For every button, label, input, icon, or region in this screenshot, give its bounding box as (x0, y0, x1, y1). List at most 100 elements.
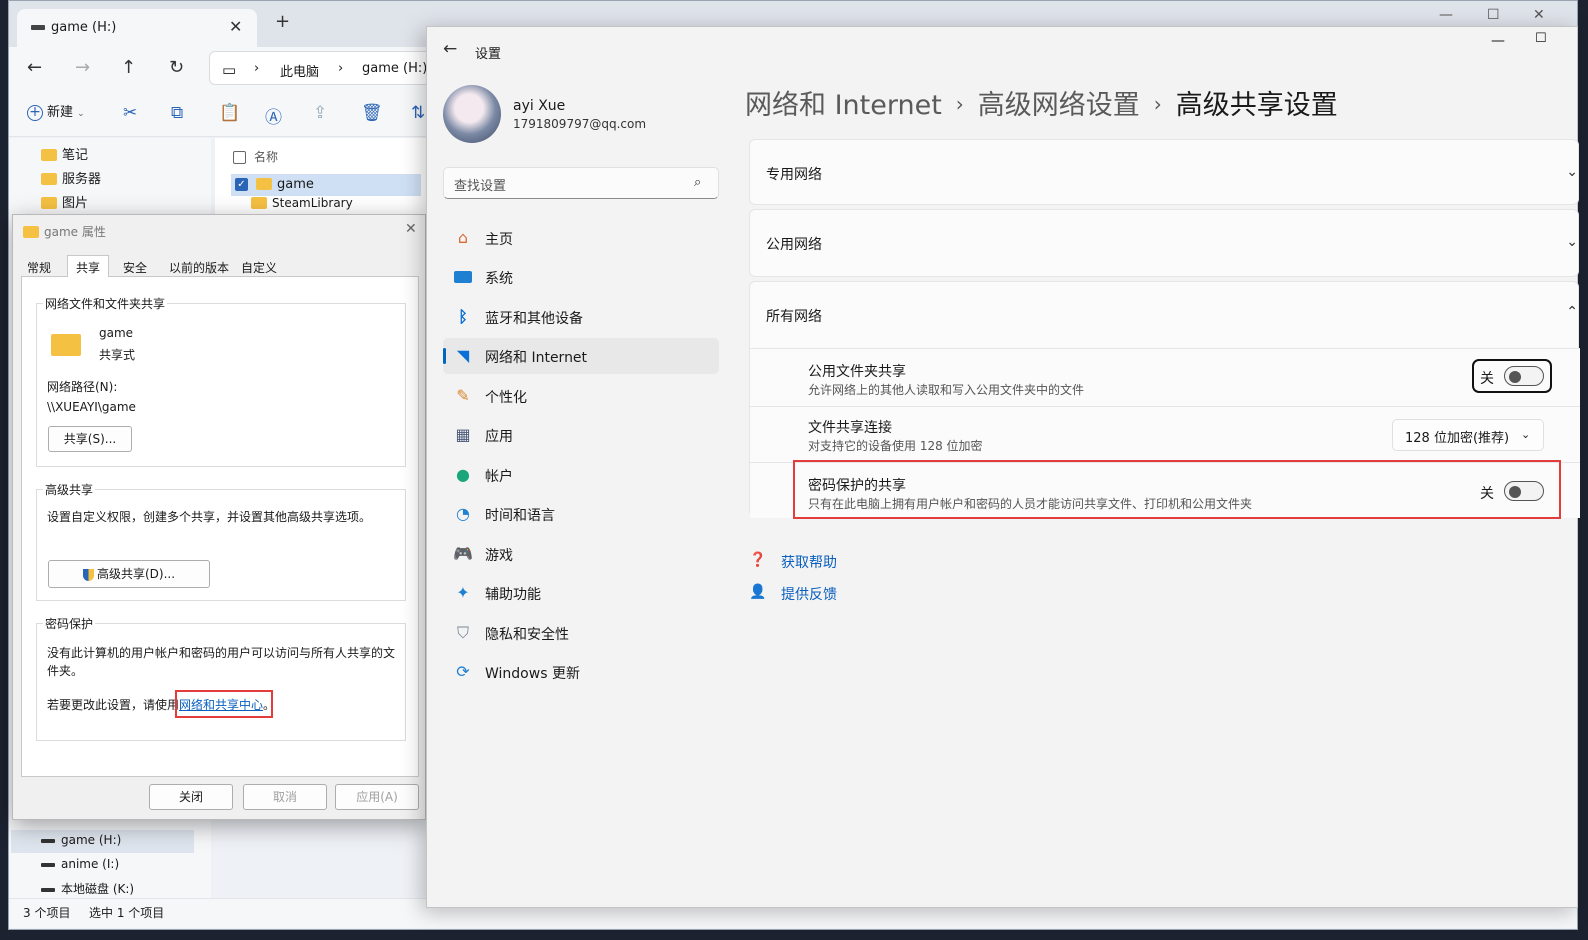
sort-icon[interactable]: ⇅ (411, 103, 425, 123)
folder-icon (256, 177, 272, 190)
nav-item-windows-update[interactable]: ⟳ Windows 更新 (443, 654, 719, 690)
close-tab-icon[interactable]: ✕ (229, 17, 242, 36)
help-icon: ❓ (749, 552, 767, 568)
checked-checkbox[interactable]: ✓ (235, 178, 248, 191)
drive-item-game[interactable]: game (H:) (41, 833, 121, 847)
delete-icon[interactable]: 🗑 (361, 103, 383, 123)
nav-item-time-language[interactable]: ◔ 时间和语言 (443, 496, 719, 532)
close-button[interactable]: 关闭 (149, 784, 233, 810)
nav-item-gaming[interactable]: 🎮 游戏 (443, 536, 719, 572)
properties-dialog: game 属性 ✕ 常规 共享 安全 以前的版本 自定义 网络文件和文件夹共享 … (12, 214, 426, 820)
clock-icon: ◔ (456, 504, 470, 523)
brush-icon: ✎ (456, 386, 470, 405)
close-window-icon[interactable]: ✕ (1533, 7, 1545, 23)
breadcrumb-item[interactable]: game (H:) (362, 61, 427, 76)
section-title: 专用网络 (766, 167, 822, 183)
tab-sharing[interactable]: 共享 (67, 255, 110, 278)
public-network-section[interactable]: 公用网络 ⌄ (749, 209, 1579, 277)
share-state: 共享式 (99, 348, 136, 362)
encryption-dropdown[interactable]: 128 位加密(推荐) ⌄ (1392, 419, 1544, 451)
nav-item-pictures[interactable]: 图片 (41, 192, 88, 211)
rename-icon[interactable]: Ⓐ (265, 103, 282, 128)
minimize-icon[interactable]: — (1439, 7, 1453, 23)
maximize-icon[interactable]: ☐ (1487, 7, 1500, 23)
chevron-up-icon[interactable]: ⌃ (1566, 304, 1578, 320)
tab-security[interactable]: 安全 (123, 259, 147, 276)
chevron-right-icon: › (1153, 92, 1162, 116)
cut-icon[interactable]: ✂ (123, 103, 137, 123)
forward-icon[interactable]: → (75, 57, 90, 78)
nav-item-bluetooth[interactable]: ᛒ 蓝牙和其他设备 (443, 299, 719, 335)
back-icon[interactable]: ← (443, 39, 457, 59)
minimize-icon[interactable]: — (1491, 33, 1505, 49)
page-title: 高级共享设置 (1175, 90, 1338, 121)
drive-icon (31, 25, 45, 30)
bluetooth-icon: ᛒ (458, 307, 468, 326)
folder-icon (23, 225, 39, 238)
shield-icon: ⛉ (456, 623, 469, 642)
share-button[interactable]: 共享(S)... (48, 426, 132, 452)
feedback-link[interactable]: 提供反馈 (781, 584, 837, 604)
nav-item-network[interactable]: ◥ 网络和 Internet (443, 338, 719, 374)
nav-item-accessibility[interactable]: ✦ 辅助功能 (443, 575, 719, 611)
drive-item-local-k[interactable]: 本地磁盘 (K:) (41, 880, 134, 897)
maximize-icon[interactable]: ☐ (1535, 31, 1547, 46)
tab-title: game (H:) (51, 20, 117, 35)
get-help-link[interactable]: 获取帮助 (781, 552, 837, 572)
search-icon: ⌕ (694, 175, 702, 190)
folder-icon (251, 196, 267, 209)
public-folder-sharing-row: 公用文件夹共享 允许网络上的其他人读取和写入公用文件夹中的文件 关 (750, 348, 1580, 406)
nav-item-personalization[interactable]: ✎ 个性化 (443, 378, 719, 414)
drive-item-anime[interactable]: anime (I:) (41, 857, 119, 871)
computer-icon: ▭ (222, 61, 237, 79)
tab-general[interactable]: 常规 (27, 259, 51, 276)
refresh-icon[interactable]: ↻ (169, 57, 184, 78)
dialog-title: game 属性 (23, 223, 106, 240)
explorer-tab[interactable]: game (H:) ✕ (17, 9, 257, 47)
back-icon[interactable]: ← (27, 57, 42, 78)
advanced-sharing-button[interactable]: 高级共享(D)... (48, 560, 210, 588)
password-protection-group: 密码保护 没有此计算机的用户帐户和密码的用户可以访问与所有人共享的文件夹。 若要… (36, 615, 406, 741)
breadcrumb-item[interactable]: 高级网络设置 (978, 90, 1140, 121)
search-input[interactable]: 查找设置 ⌕ (443, 167, 719, 199)
settings-window: ← 设置 — ☐ ayi Xue 1791809797@qq.com 查找设置 … (426, 26, 1580, 908)
apply-button[interactable]: 应用(A) (335, 784, 419, 810)
app-title: 设置 (475, 47, 502, 62)
group-title: 高级共享 (43, 481, 96, 498)
paste-icon[interactable]: 📋 (219, 103, 240, 123)
account-icon: ● (456, 465, 470, 484)
nav-item-home[interactable]: ⌂ 主页 (443, 220, 719, 256)
new-tab-button[interactable]: + (275, 11, 290, 32)
folder-icon (51, 334, 81, 356)
nav-item-system[interactable]: 系统 (443, 259, 719, 295)
group-title: 网络文件和文件夹共享 (43, 295, 168, 312)
copy-icon[interactable]: ⧉ (171, 103, 183, 123)
new-button[interactable]: + 新建 ⌄ (27, 101, 85, 121)
public-folder-toggle[interactable] (1504, 366, 1544, 386)
group-title: 密码保护 (43, 615, 96, 632)
close-icon[interactable]: ✕ (405, 221, 417, 237)
file-row[interactable]: SteamLibrary (251, 196, 353, 210)
breadcrumb-item[interactable]: 此电脑 (280, 61, 319, 80)
update-icon: ⟳ (456, 662, 470, 681)
nav-item-accounts[interactable]: ● 帐户 (443, 457, 719, 493)
sharing-panel: 网络文件和文件夹共享 game 共享式 网络路径(N): \\XUEAYI\ga… (21, 277, 419, 777)
nav-item-privacy[interactable]: ⛉ 隐私和安全性 (443, 615, 719, 651)
nav-item-notes[interactable]: 笔记 (41, 144, 88, 163)
tab-previous-versions[interactable]: 以前的版本 (169, 259, 229, 276)
nav-item-servers[interactable]: 服务器 (41, 168, 101, 187)
advanced-desc: 设置自定义权限，创建多个共享，并设置其他高级共享选项。 (47, 510, 372, 524)
accessibility-icon: ✦ (456, 583, 470, 602)
chevron-right-icon: › (955, 92, 964, 116)
private-network-section[interactable]: 专用网络 ⌄ (749, 139, 1579, 205)
select-all-checkbox[interactable] (233, 151, 246, 164)
breadcrumb-item[interactable]: 网络和 Internet (745, 90, 942, 121)
up-icon[interactable]: ↑ (121, 57, 136, 78)
tab-customize[interactable]: 自定义 (241, 259, 277, 276)
name-column-header[interactable]: 名称 (233, 148, 278, 165)
avatar[interactable] (443, 85, 501, 143)
nav-item-apps[interactable]: ▦ 应用 (443, 417, 719, 453)
cancel-button[interactable]: 取消 (243, 784, 327, 810)
file-row[interactable]: ✓ game (231, 174, 421, 196)
share-icon[interactable]: ⇪ (313, 103, 327, 123)
